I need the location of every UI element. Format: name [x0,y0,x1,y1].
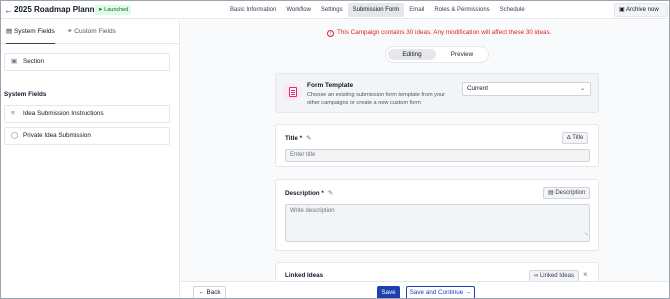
description-label-text: Description * [285,190,324,197]
document-icon [283,83,301,101]
preview-toggle[interactable]: Preview [438,49,486,60]
form-footer: ← Back Save Save and Continue → [181,281,669,298]
campaign-nav: Basic Information Workflow Settings Subm… [225,3,530,17]
pencil-icon[interactable]: ✎ [306,134,311,142]
link-icon: ∞ [534,273,539,279]
system-fields-heading: System Fields [4,91,47,98]
tab-schedule[interactable]: Schedule [495,3,530,17]
tab-workflow[interactable]: Workflow [281,3,316,17]
description-textarea[interactable]: Write description ↘ [285,204,590,242]
save-and-continue-button[interactable]: Save and Continue → [406,286,475,298]
mode-toggle: Editing Preview [385,46,489,63]
title-label-text: Title * [285,135,303,142]
tab-roles-permissions[interactable]: Roles & Permissions [429,3,494,17]
pencil-icon[interactable]: ✎ [328,189,333,197]
modification-alert: ! This Campaign contains 30 ideas. Any mo… [327,29,551,37]
alert-circle-icon: ! [327,30,334,37]
rocket-icon: ➤ [98,7,103,13]
arrow-left-icon: ← [198,289,205,296]
section-icon: ▣ [11,58,18,65]
form-builder-canvas: ! This Campaign contains 30 ideas. Any mo… [181,20,669,298]
resize-handle-icon[interactable]: ↘ [584,229,588,240]
description-chip: ▤ Description [543,187,591,199]
tab-basic-information[interactable]: Basic Information [225,3,281,17]
form-template-card: Form Template Choose an existing submiss… [275,73,599,113]
sidebar-item-label: Section [23,58,45,65]
linked-ideas-field-label: Linked Ideas [285,272,324,279]
tab-custom-fields[interactable]: ⚭ Custom Fields [67,20,116,44]
fields-sidebar: ▤ System Fields ⚭ Custom Fields ▣ Section… [1,20,180,298]
sidebar-item-idea-submission-instructions[interactable]: ≡ Idea Submission Instructions [4,105,170,123]
back-label: Back [206,289,221,296]
text-icon: ∆ [567,135,571,141]
save-button[interactable]: Save [377,286,400,298]
puzzle-icon: ⚭ [67,28,73,35]
status-badge-label: Launched [104,7,129,13]
archive-now-button[interactable]: ▣ Archive now [614,3,668,17]
form-template-description: Choose an existing submission form templ… [307,92,446,106]
paragraph-icon: ▤ [548,190,554,196]
form-template-select[interactable]: Current ⌄ [462,82,591,96]
linked-ideas-chip-label: Linked Ideas [539,273,574,279]
alert-text: This Campaign contains 30 ideas. Any mod… [337,29,552,36]
sidebar-tabs: ▤ System Fields ⚭ Custom Fields [1,20,180,44]
tab-system-fields-label: System Fields [13,28,55,35]
description-chip-label: Description [555,190,586,196]
square-plus-icon: ▤ [6,28,13,35]
sidebar-item-label: Idea Submission Instructions [23,110,104,117]
arrow-right-icon: → [465,289,472,296]
app-window: ← 2025 Roadmap Planning ➤ Launched Basic… [0,0,670,299]
tab-submission-form[interactable]: Submission Form [347,3,405,17]
arrow-left-icon[interactable]: ← [4,5,13,15]
tab-email[interactable]: Email [404,3,429,17]
form-template-title: Form Template [307,82,354,89]
archive-icon: ▣ [619,7,625,13]
form-template-selected: Current [467,85,488,92]
chevron-down-icon: ⌄ [579,86,585,92]
sidebar-item-section[interactable]: ▣ Section [4,53,170,71]
title-field-label: Title * ✎ [285,134,311,142]
page-title: 2025 Roadmap Planning [14,5,107,14]
top-bar: ← 2025 Roadmap Planning ➤ Launched Basic… [1,1,669,19]
eye-off-icon: ◯ [11,132,19,139]
sidebar-item-private-idea-submission[interactable]: ◯ Private Idea Submission [4,127,170,145]
description-placeholder: Write description [290,208,335,214]
save-continue-label: Save and Continue [409,289,464,296]
tab-settings[interactable]: Settings [316,3,348,17]
sidebar-item-label: Private Idea Submission [23,132,91,139]
editing-toggle[interactable]: Editing [388,49,436,60]
list-icon: ≡ [11,110,15,117]
title-field-card[interactable]: Title * ✎ ∆ Title Enter title [275,124,599,167]
archive-label: Archive now [626,7,659,13]
description-field-card[interactable]: Description * ✎ ▤ Description Write descr… [275,179,599,251]
tab-custom-fields-label: Custom Fields [74,28,116,35]
tab-system-fields[interactable]: ▤ System Fields [6,20,55,44]
title-input[interactable]: Enter title [285,149,590,162]
status-badge: ➤ Launched [95,5,132,15]
close-icon[interactable]: × [583,270,588,280]
description-field-label: Description * ✎ [285,189,333,197]
title-chip-label: Title [572,135,584,141]
back-button[interactable]: ← Back [193,286,226,298]
title-chip: ∆ Title [562,132,589,144]
